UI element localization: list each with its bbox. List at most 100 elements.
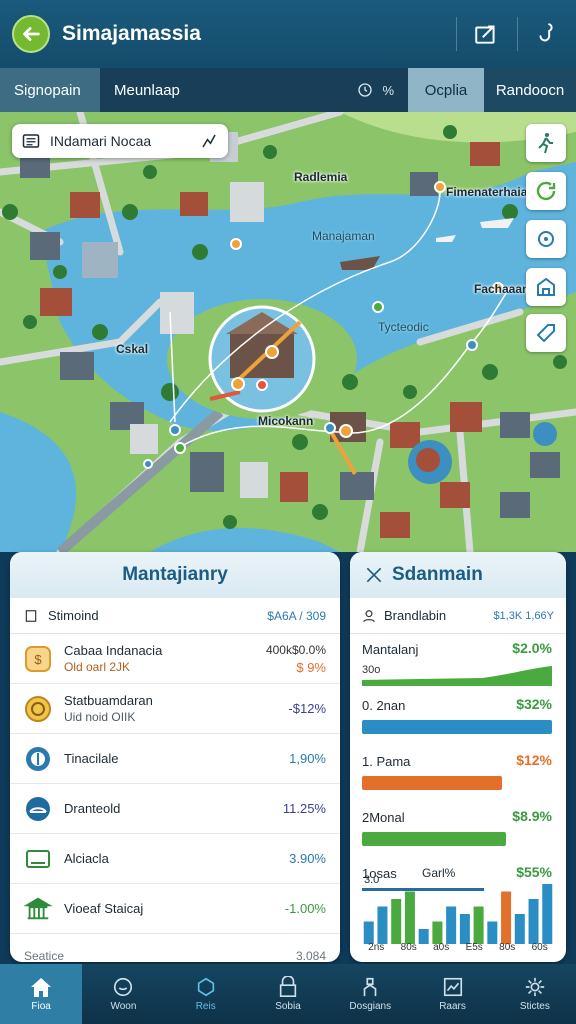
nav-item-woon[interactable]: Woon [82,964,164,1024]
chart-tick-label: a0s [433,942,450,953]
tab-info[interactable]: % [357,82,394,98]
arrow-left-icon [23,27,40,41]
map-tag-button[interactable] [526,314,566,352]
stat-row: 0. 2nan $32% [350,690,566,746]
item-name: Statbuamdaran [64,692,153,708]
back-button[interactable] [12,15,50,53]
nav-item-reis[interactable]: Reis [165,964,247,1024]
hook-icon [539,23,553,42]
list-item[interactable]: $ Cabaa Indanacia Old oarl 2JK 400k$0.0% $… [10,634,340,684]
nav-label: Sobia [275,1001,301,1012]
mini-chart-ticks: 2ns 80s a0s E5s 80s 60s [360,942,556,956]
chart-tick-label: 80s [499,942,516,953]
direction-icon [202,134,216,148]
map-locate-button[interactable] [526,220,566,258]
chart-bar [391,899,402,944]
chart-tick-label: 60s [531,942,548,953]
stat-label: 0. 2nan [362,698,406,713]
list-item[interactable]: Alciacla 3.90% [10,834,340,884]
item-name: Vioeaf Staicaj [64,900,144,916]
home-icon [31,978,52,997]
chart-bar [446,906,457,944]
left-header-label: Stimoind [48,608,99,623]
nav-label: Reis [195,1001,216,1012]
map-view[interactable] [0,112,576,552]
chart-bar [363,921,374,944]
nav-item-stictes[interactable]: Stictes [494,964,576,1024]
share-button[interactable] [469,17,503,51]
nav-item-raars[interactable]: Raars [411,964,493,1024]
building-icon [537,277,555,296]
footer-label: Seatice [24,949,65,962]
stat-label: 1. Pama [362,754,411,769]
chart-bar [404,891,415,944]
nav-label: Woon [110,1001,137,1012]
item-value-top: 400k$0.0% [265,642,326,657]
stat-bar [362,776,502,790]
chart-bar [501,891,512,944]
nav-item-home[interactable]: Fioa [0,964,83,1024]
map-buildings-button[interactable] [526,268,566,306]
stat-label: Mantalanj [362,642,419,657]
map-label: Fimenaterhaia [446,185,528,199]
stat-value: $2.0% [512,640,552,656]
chart-bar [528,899,539,944]
map-label: Tycteodic [378,320,429,334]
list-item[interactable]: Tinacilale 1,90% [10,734,340,784]
item-value: $ 9% [296,659,326,675]
map-search-box[interactable]: INdamari Nocaa [12,124,228,158]
refresh-icon [536,181,556,201]
chart-icon [443,977,462,997]
list-item[interactable]: Vioeaf Staicaj -1.00% [10,884,340,934]
map-layers-button[interactable] [526,172,566,210]
right-panel-title-row: Sdanmain [350,552,566,598]
pin-icon [197,977,214,997]
stat-area-bar [362,666,552,686]
item-value: 11.25% [282,800,326,816]
locate-icon [538,231,554,247]
left-header-value: $A6A / 309 [267,608,326,623]
map-label: Radlemia [294,170,348,184]
right-panel: Sdanmain Brandlabin $1,3K 1,66Y Mantalan… [350,552,566,962]
map-label: Micokann [258,414,314,428]
circle-icon [114,977,133,997]
item-value: 1,90% [289,750,326,766]
item-sub: Old oarl 2JK [64,659,131,674]
right-panel-header: Brandlabin $1,3K 1,66Y [350,598,566,634]
app-header: Simajamassia [0,0,576,68]
chart-bar [459,914,470,944]
money-icon [24,845,52,873]
stat-row: Mantalanj $2.0% 30o [350,634,566,690]
list-item[interactable]: Dranteold 11.25% [10,784,340,834]
chart-tick-label: 80s [400,942,417,953]
map-illustration [0,112,576,552]
tab-bar: Signopain Meunlaap % Ocplia Randoocn [0,68,576,112]
list-icon [22,134,40,148]
nav-item-dosgians[interactable]: Dosgians [329,964,411,1024]
stat-value: $32% [516,696,552,712]
globe-icon [24,745,52,773]
tab-signopain[interactable]: Signopain [0,68,100,112]
nav-item-sobia[interactable]: Sobia [247,964,329,1024]
stat-value: $12% [516,752,552,768]
chart-tick-label: E5s [465,942,483,953]
footer-value: 3.084 [295,949,326,962]
map-label: Cskal [116,342,149,356]
tab-randoocn[interactable]: Randoocn [484,68,576,112]
header-divider [456,17,457,51]
tab-ocplia[interactable]: Ocplia [408,68,484,112]
item-value: 3.90% [289,850,326,866]
mini-chart-bars [363,884,553,944]
settings-button[interactable] [530,17,564,51]
list-item[interactable]: Statbuamdaran Uid noid OIIK -$12% [10,684,340,734]
stat-row: 1. Pama $12% [350,746,566,802]
tab-meunlaap[interactable]: Meunlaap [100,68,357,112]
nav-label: Dosgians [349,1001,392,1012]
gear-icon [525,977,544,997]
chart-bar [542,884,553,944]
item-name: Alciacla [64,850,109,866]
person-icon [363,977,377,997]
nav-label: Raars [439,1001,466,1012]
right-header-value: $1,3K 1,66Y [493,609,554,622]
map-hiking-button[interactable] [526,124,566,162]
